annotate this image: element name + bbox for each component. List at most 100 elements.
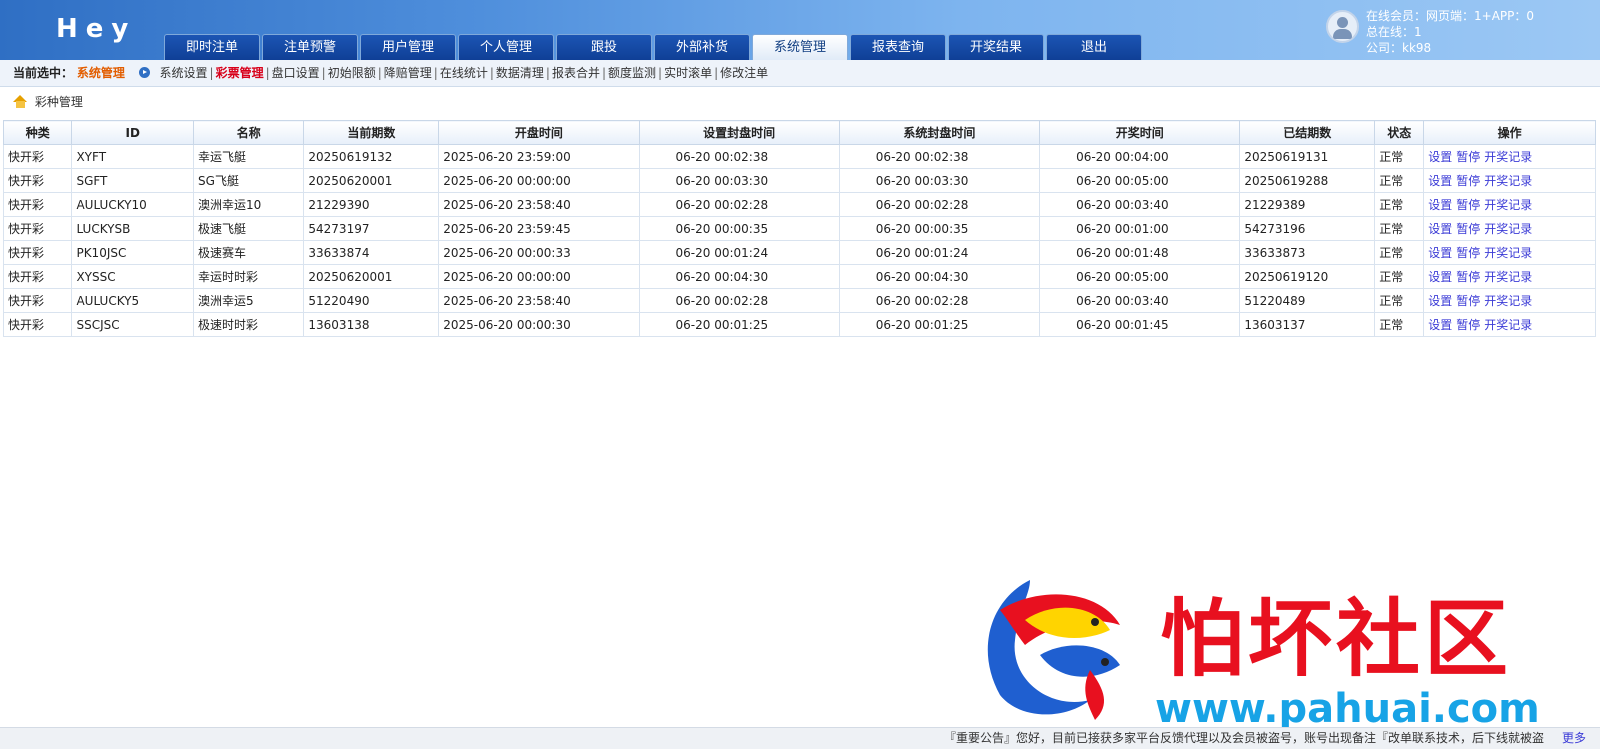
settings-link[interactable]: 设置 — [1428, 270, 1452, 284]
table-cell: 06-20 00:03:30 — [638, 168, 840, 193]
submenu-item-8[interactable]: 额度监测 — [608, 66, 656, 80]
actions-cell: 设置 暂停 开奖记录 — [1423, 144, 1596, 169]
settings-link[interactable]: 设置 — [1428, 150, 1452, 164]
pause-link[interactable]: 暂停 — [1456, 270, 1480, 284]
table-cell: 快开彩 — [2, 240, 73, 265]
pause-link[interactable]: 暂停 — [1456, 318, 1480, 332]
table-cell: 快开彩 — [2, 192, 73, 217]
table-cell: 13603137 — [1239, 312, 1376, 337]
column-header: 当前期数 — [303, 120, 440, 145]
submenu-item-5[interactable]: 在线统计 — [440, 66, 488, 80]
settings-link[interactable]: 设置 — [1428, 246, 1452, 260]
settings-link[interactable]: 设置 — [1428, 318, 1452, 332]
column-header: 种类 — [2, 120, 73, 145]
draw-history-link[interactable]: 开奖记录 — [1484, 222, 1532, 236]
table-cell: 快开彩 — [2, 168, 73, 193]
table-cell: 06-20 00:01:45 — [1039, 312, 1241, 337]
table-cell: 21229389 — [1239, 192, 1376, 217]
table-cell: 2025-06-20 00:00:00 — [438, 168, 640, 193]
pause-link[interactable]: 暂停 — [1456, 246, 1480, 260]
main-nav: 即时注单 注单预警 用户管理 个人管理 跟投 外部补货 系统管理 报表查询 开奖结果 退出 — [164, 34, 1144, 61]
nav-tab-3[interactable]: 个人管理 — [458, 34, 554, 60]
column-header: 开奖时间 — [1039, 120, 1241, 145]
table-cell: 20250620001 — [303, 168, 440, 193]
table-row: 快开彩 SSCJSC 极速时时彩 13603138 2025-06-20 00:00:3… — [2, 312, 1596, 337]
submenu-item-4[interactable]: 降赔管理 — [384, 66, 432, 80]
submenu-separator: | — [714, 66, 719, 80]
pause-link[interactable]: 暂停 — [1456, 174, 1480, 188]
nav-tab-9[interactable]: 退出 — [1046, 34, 1142, 60]
table-cell: 正常 — [1374, 168, 1425, 193]
table-cell: 澳洲幸运5 — [193, 288, 305, 313]
submenu-item-1[interactable]: 彩票管理 — [216, 66, 264, 80]
actions-cell: 设置 暂停 开奖记录 — [1423, 288, 1596, 313]
submenu-separator: | — [377, 66, 382, 80]
table-cell: 33633873 — [1239, 240, 1376, 265]
lottery-table: 种类 ID 名称 当前期数 开盘时间 设置封盘时间 系统封盘时间 开奖时间 已结期数 状态 操作 快… — [2, 120, 1596, 337]
table-cell: 快开彩 — [2, 288, 73, 313]
pause-link[interactable]: 暂停 — [1456, 222, 1480, 236]
submenu-separator: | — [489, 66, 494, 80]
breadcrumb-title: 彩种管理 — [34, 95, 83, 109]
submenu-separator: | — [209, 66, 214, 80]
table-cell: PK10JSC — [71, 240, 195, 265]
table-cell: 06-20 00:01:48 — [1039, 240, 1241, 265]
table-cell: 54273197 — [303, 216, 440, 241]
nav-tab-2[interactable]: 用户管理 — [360, 34, 456, 60]
settings-link[interactable]: 设置 — [1428, 198, 1452, 212]
table-cell: 快开彩 — [2, 216, 73, 241]
column-header: 开盘时间 — [438, 120, 640, 145]
table-cell: 06-20 00:02:28 — [838, 192, 1041, 217]
actions-cell: 设置 暂停 开奖记录 — [1423, 312, 1596, 337]
table-cell: AULUCKY10 — [71, 192, 195, 217]
draw-history-link[interactable]: 开奖记录 — [1484, 150, 1532, 164]
submenu-item-0[interactable]: 系统设置 — [160, 66, 208, 80]
table-cell: 06-20 00:02:28 — [638, 288, 840, 313]
table-cell: 13603138 — [303, 312, 440, 337]
table-cell: 21229390 — [303, 192, 440, 217]
pause-link[interactable]: 暂停 — [1456, 294, 1480, 308]
more-link[interactable]: 更多 — [1562, 728, 1586, 749]
submenu-item-3[interactable]: 初始限额 — [328, 66, 376, 80]
nav-tab-6[interactable]: 系统管理 — [752, 34, 848, 61]
submenu-item-10[interactable]: 修改注单 — [720, 66, 768, 80]
submenu-item-6[interactable]: 数据清理 — [496, 66, 544, 80]
pause-link[interactable]: 暂停 — [1456, 198, 1480, 212]
table-cell: 54273196 — [1239, 216, 1376, 241]
draw-history-link[interactable]: 开奖记录 — [1484, 270, 1532, 284]
nav-tab-7[interactable]: 报表查询 — [850, 34, 946, 60]
draw-history-link[interactable]: 开奖记录 — [1484, 174, 1532, 188]
submenu-item-2[interactable]: 盘口设置 — [272, 66, 320, 80]
user-avatar-icon — [1326, 10, 1359, 43]
actions-cell: 设置 暂停 开奖记录 — [1423, 168, 1596, 193]
table-cell: 06-20 00:03:40 — [1039, 288, 1241, 313]
nav-tab-5[interactable]: 外部补货 — [654, 34, 750, 60]
table-cell: 正常 — [1374, 288, 1425, 313]
submenu-separator: | — [265, 66, 270, 80]
draw-history-link[interactable]: 开奖记录 — [1484, 198, 1532, 212]
settings-link[interactable]: 设置 — [1428, 294, 1452, 308]
table-cell: LUCKYSB — [71, 216, 195, 241]
table-row: 快开彩 XYSSC 幸运时时彩 20250620001 2025-06-20 00:00… — [2, 264, 1596, 289]
settings-link[interactable]: 设置 — [1428, 222, 1452, 236]
table-row: 快开彩 PK10JSC 极速赛车 33633874 2025-06-20 00:00:3… — [2, 240, 1596, 265]
nav-tab-1[interactable]: 注单预警 — [262, 34, 358, 60]
draw-history-link[interactable]: 开奖记录 — [1484, 246, 1532, 260]
nav-tab-8[interactable]: 开奖结果 — [948, 34, 1044, 60]
submenu-separator: | — [433, 66, 438, 80]
submenu-item-9[interactable]: 实时滚单 — [664, 66, 712, 80]
table-cell: 06-20 00:01:25 — [838, 312, 1041, 337]
draw-history-link[interactable]: 开奖记录 — [1484, 294, 1532, 308]
table-cell: 06-20 00:00:35 — [838, 216, 1041, 241]
draw-history-link[interactable]: 开奖记录 — [1484, 318, 1532, 332]
settings-link[interactable]: 设置 — [1428, 174, 1452, 188]
table-cell: 06-20 00:02:38 — [838, 144, 1041, 169]
nav-tab-0[interactable]: 即时注单 — [164, 34, 260, 60]
online-members-text: 在线会员：网页端：1+APP：0 — [1366, 9, 1535, 23]
submenu-separator: | — [658, 66, 663, 80]
pause-link[interactable]: 暂停 — [1456, 150, 1480, 164]
submenu-item-7[interactable]: 报表合并 — [552, 66, 600, 80]
nav-tab-4[interactable]: 跟投 — [556, 34, 652, 60]
total-online-text: 总在线：1 — [1366, 25, 1422, 39]
table-cell: 正常 — [1374, 264, 1425, 289]
